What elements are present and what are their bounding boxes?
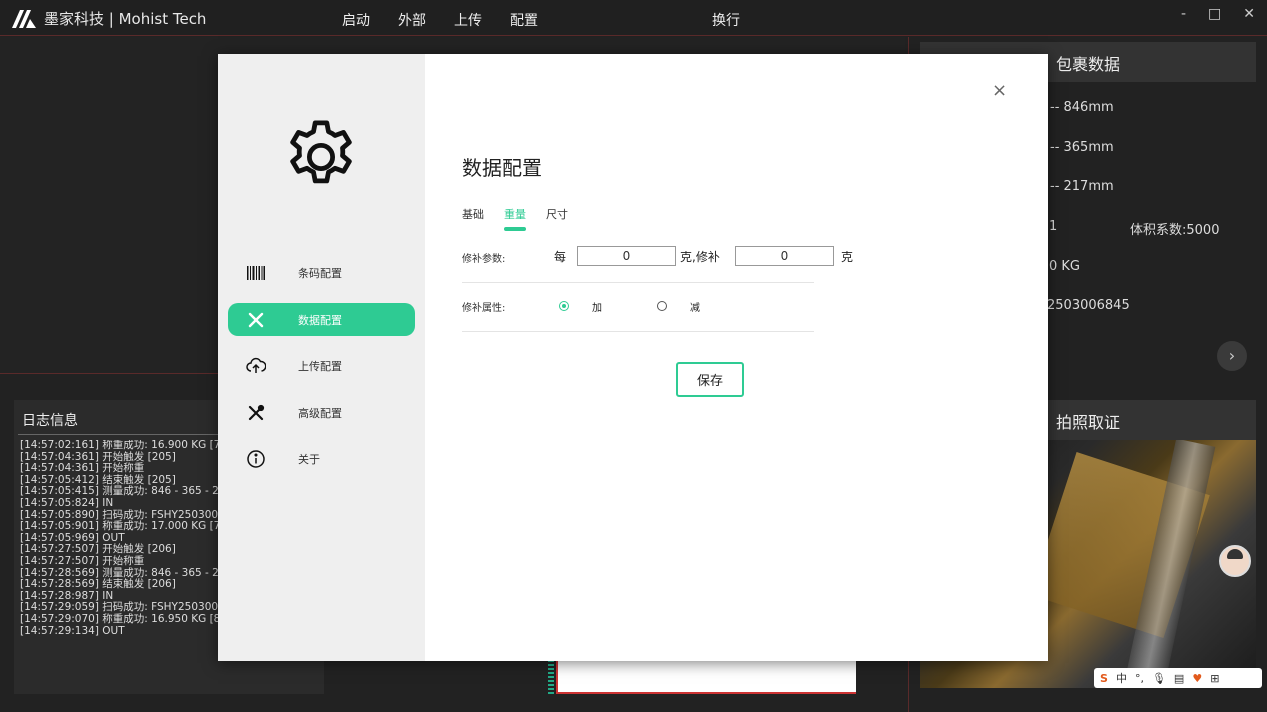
- close-dialog-button[interactable]: ×: [992, 80, 1007, 101]
- package-length: -- 846mm: [1050, 100, 1114, 115]
- sidebar-item-label: 上传配置: [298, 360, 342, 373]
- config-sidebar: 条码配置 数据配置 上传配置 高级配置 关于: [218, 54, 425, 661]
- per-label: 每: [554, 250, 567, 264]
- config-dialog: 条码配置 数据配置 上传配置 高级配置 关于 × 数据配置 基础 重量 尺寸 修…: [218, 54, 1048, 661]
- ime-chinese-mode[interactable]: 中: [1116, 670, 1127, 686]
- config-tabs: 基础 重量 尺寸: [462, 206, 568, 231]
- maximize-button[interactable]: □: [1208, 6, 1221, 22]
- ime-skin-icon[interactable]: ♥: [1192, 672, 1202, 685]
- level-indicator: [548, 660, 554, 694]
- package-height: -- 217mm: [1050, 179, 1114, 194]
- package-barcode: 2503006845: [1047, 298, 1130, 313]
- grams-unit-label: 克: [841, 250, 854, 264]
- ime-keyboard-icon[interactable]: ▤: [1174, 672, 1184, 685]
- sidebar-item-barcode-config[interactable]: 条码配置: [228, 256, 415, 289]
- dialog-title: 数据配置: [462, 156, 542, 180]
- volume-coefficient: 体积系数:5000: [1130, 223, 1220, 238]
- correction-amount-input[interactable]: [735, 246, 834, 266]
- menu-external[interactable]: 外部: [398, 10, 426, 30]
- tab-weight[interactable]: 重量: [504, 206, 526, 231]
- row-divider: [462, 282, 814, 283]
- save-button[interactable]: 保存: [676, 362, 744, 397]
- radio-add-label: 加: [592, 303, 602, 314]
- sidebar-item-label: 高级配置: [298, 407, 342, 420]
- package-weight: 0 KG: [1049, 259, 1081, 274]
- correction-attribute-label: 修补属性:: [462, 303, 506, 314]
- sidebar-item-about[interactable]: 关于: [228, 442, 415, 475]
- minimize-button[interactable]: -: [1181, 6, 1186, 22]
- ime-toolbar: S 中 °, 🎙 ▤ ♥ ⊞: [1094, 668, 1262, 688]
- sidebar-item-upload-config[interactable]: 上传配置: [228, 349, 415, 382]
- data-config-icon: [248, 312, 264, 328]
- sidebar-item-label: 条码配置: [298, 267, 342, 280]
- package-count: 1: [1049, 219, 1058, 234]
- radio-subtract[interactable]: [657, 301, 667, 311]
- gear-icon: [290, 120, 352, 184]
- info-icon: [247, 450, 265, 468]
- brand-logo-icon: [12, 9, 36, 28]
- log-title: 日志信息: [22, 413, 78, 429]
- tools-icon: [248, 404, 265, 421]
- sidebar-item-advanced-config[interactable]: 高级配置: [228, 396, 415, 429]
- assistant-avatar[interactable]: [1219, 545, 1251, 577]
- brand: 墨家科技 | Mohist Tech: [12, 8, 206, 29]
- menu-config[interactable]: 配置: [510, 10, 538, 30]
- bottom-preview: [556, 660, 856, 694]
- ime-logo-icon[interactable]: S: [1100, 672, 1108, 685]
- cloud-upload-icon: [246, 357, 266, 373]
- ime-punctuation[interactable]: °,: [1135, 672, 1144, 685]
- close-window-button[interactable]: ✕: [1243, 6, 1255, 22]
- photo-panel-title: 拍照取证: [1056, 413, 1121, 432]
- next-page-button[interactable]: ›: [1217, 341, 1247, 371]
- tab-size[interactable]: 尺寸: [546, 206, 568, 222]
- ime-voice-icon[interactable]: 🎙: [1152, 672, 1166, 685]
- grams-correction-label: 克,修补: [680, 250, 720, 264]
- correction-params-label: 修补参数:: [462, 254, 506, 265]
- title-bar: 墨家科技 | Mohist Tech 启动 外部 上传 配置 换行 - □ ✕: [0, 0, 1267, 36]
- tab-basic[interactable]: 基础: [462, 206, 484, 222]
- sidebar-item-label: 数据配置: [298, 314, 342, 327]
- brand-name: 墨家科技 | Mohist Tech: [44, 10, 207, 28]
- sidebar-item-data-config[interactable]: 数据配置: [228, 303, 415, 336]
- menu-upload[interactable]: 上传: [454, 10, 482, 30]
- correction-per-grams-input[interactable]: [577, 246, 676, 266]
- sidebar-item-label: 关于: [298, 453, 320, 466]
- switch-line-button[interactable]: 换行: [712, 10, 740, 30]
- top-menu: 启动 外部 上传 配置: [342, 10, 538, 30]
- radio-add[interactable]: [559, 301, 569, 311]
- radio-subtract-label: 减: [690, 303, 700, 314]
- package-panel-title: 包裹数据: [1056, 55, 1121, 74]
- row-divider: [462, 331, 814, 332]
- barcode-icon: [247, 266, 265, 280]
- package-width: -- 365mm: [1050, 140, 1114, 155]
- menu-start[interactable]: 启动: [342, 10, 370, 30]
- ime-menu-icon[interactable]: ⊞: [1210, 672, 1219, 685]
- window-controls: - □ ✕: [1181, 6, 1255, 22]
